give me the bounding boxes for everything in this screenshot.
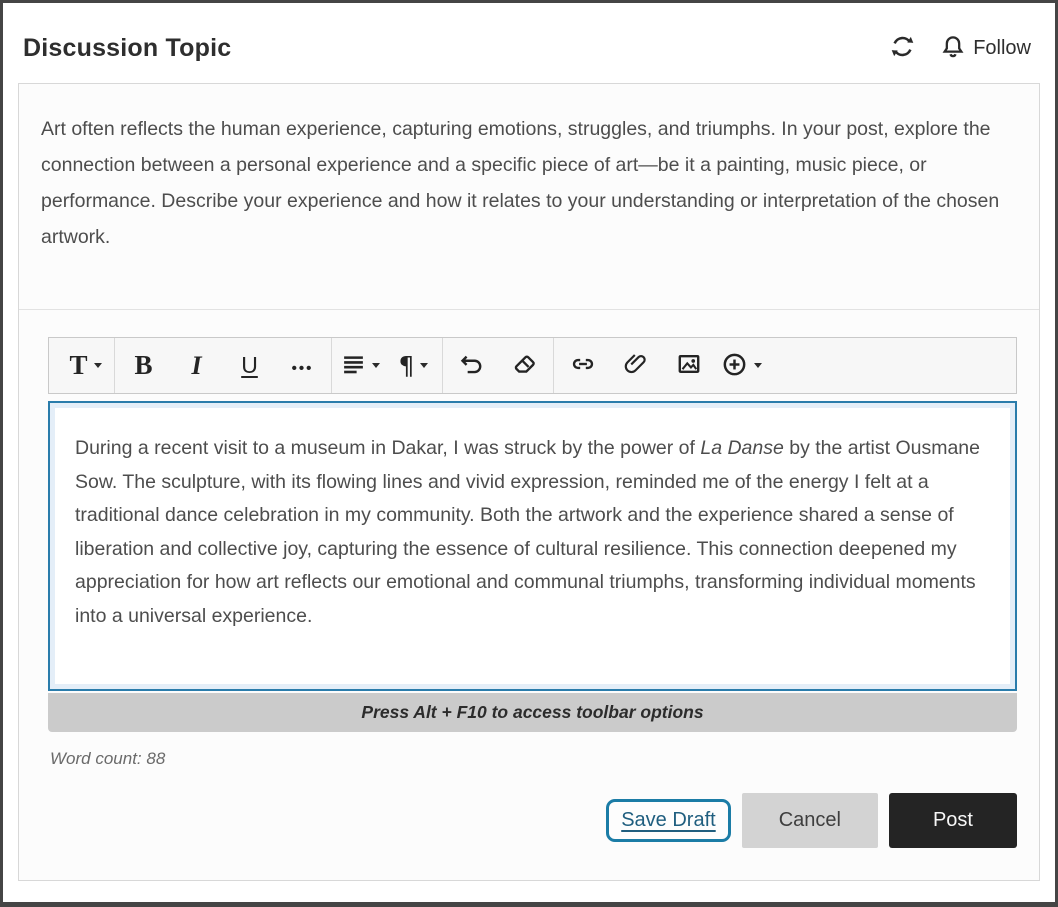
italic-icon: I (191, 351, 201, 381)
image-button[interactable] (662, 338, 715, 393)
editor: T B I U ••• (19, 310, 1039, 732)
more-options-button[interactable]: ••• (276, 338, 329, 393)
window-frame: Discussion Topic (0, 0, 1058, 907)
page-title: Discussion Topic (23, 34, 231, 63)
discussion-panel: Art often reflects the human experience,… (18, 83, 1040, 881)
action-buttons: Save Draft Cancel Post (19, 769, 1039, 880)
align-icon (341, 352, 366, 380)
topic-description: Art often reflects the human experience,… (19, 84, 1039, 310)
chevron-down-icon (754, 363, 762, 368)
insert-button[interactable] (715, 338, 768, 393)
chevron-down-icon (372, 363, 380, 368)
text-style-icon: T (69, 350, 87, 381)
follow-button[interactable]: Follow (940, 34, 1031, 63)
bell-icon (940, 34, 966, 63)
eraser-icon (512, 351, 538, 380)
save-draft-button[interactable]: Save Draft (621, 809, 715, 831)
underline-icon: U (241, 352, 258, 379)
chevron-down-icon (420, 363, 428, 368)
editor-content[interactable]: During a recent visit to a museum in Dak… (48, 401, 1017, 691)
more-options-icon: ••• (292, 354, 314, 377)
post-text: During a recent visit to a museum in Dak… (75, 432, 990, 633)
undo-button[interactable] (445, 338, 498, 393)
header: Discussion Topic (3, 3, 1055, 83)
italic-button[interactable]: I (170, 338, 223, 393)
eraser-button[interactable] (498, 338, 551, 393)
refresh-icon (889, 33, 916, 63)
header-actions: Follow (889, 33, 1031, 63)
link-icon (570, 351, 596, 380)
paragraph-icon: ¶ (399, 351, 415, 380)
bold-button[interactable]: B (117, 338, 170, 393)
paragraph-button[interactable]: ¶ (387, 338, 440, 393)
italic-artwork-title: La Danse (700, 437, 783, 459)
post-button[interactable]: Post (889, 793, 1017, 848)
toolbar-hint-bar: Press Alt + F10 to access toolbar option… (48, 693, 1017, 732)
cancel-button[interactable]: Cancel (742, 793, 878, 848)
underline-button[interactable]: U (223, 338, 276, 393)
undo-icon (459, 351, 485, 380)
text-style-button[interactable]: T (59, 338, 112, 393)
word-count: Word count: 88 (50, 749, 1039, 769)
follow-label: Follow (973, 37, 1031, 60)
image-icon (676, 351, 702, 380)
chevron-down-icon (94, 363, 102, 368)
editor-toolbar: T B I U ••• (48, 337, 1017, 394)
bold-icon: B (134, 350, 152, 381)
plus-circle-icon (721, 351, 748, 381)
attachment-button[interactable] (609, 338, 662, 393)
link-button[interactable] (556, 338, 609, 393)
refresh-button[interactable] (889, 33, 916, 63)
paperclip-icon (623, 351, 649, 380)
align-button[interactable] (334, 338, 387, 393)
save-draft-focus-ring: Save Draft (606, 799, 730, 842)
